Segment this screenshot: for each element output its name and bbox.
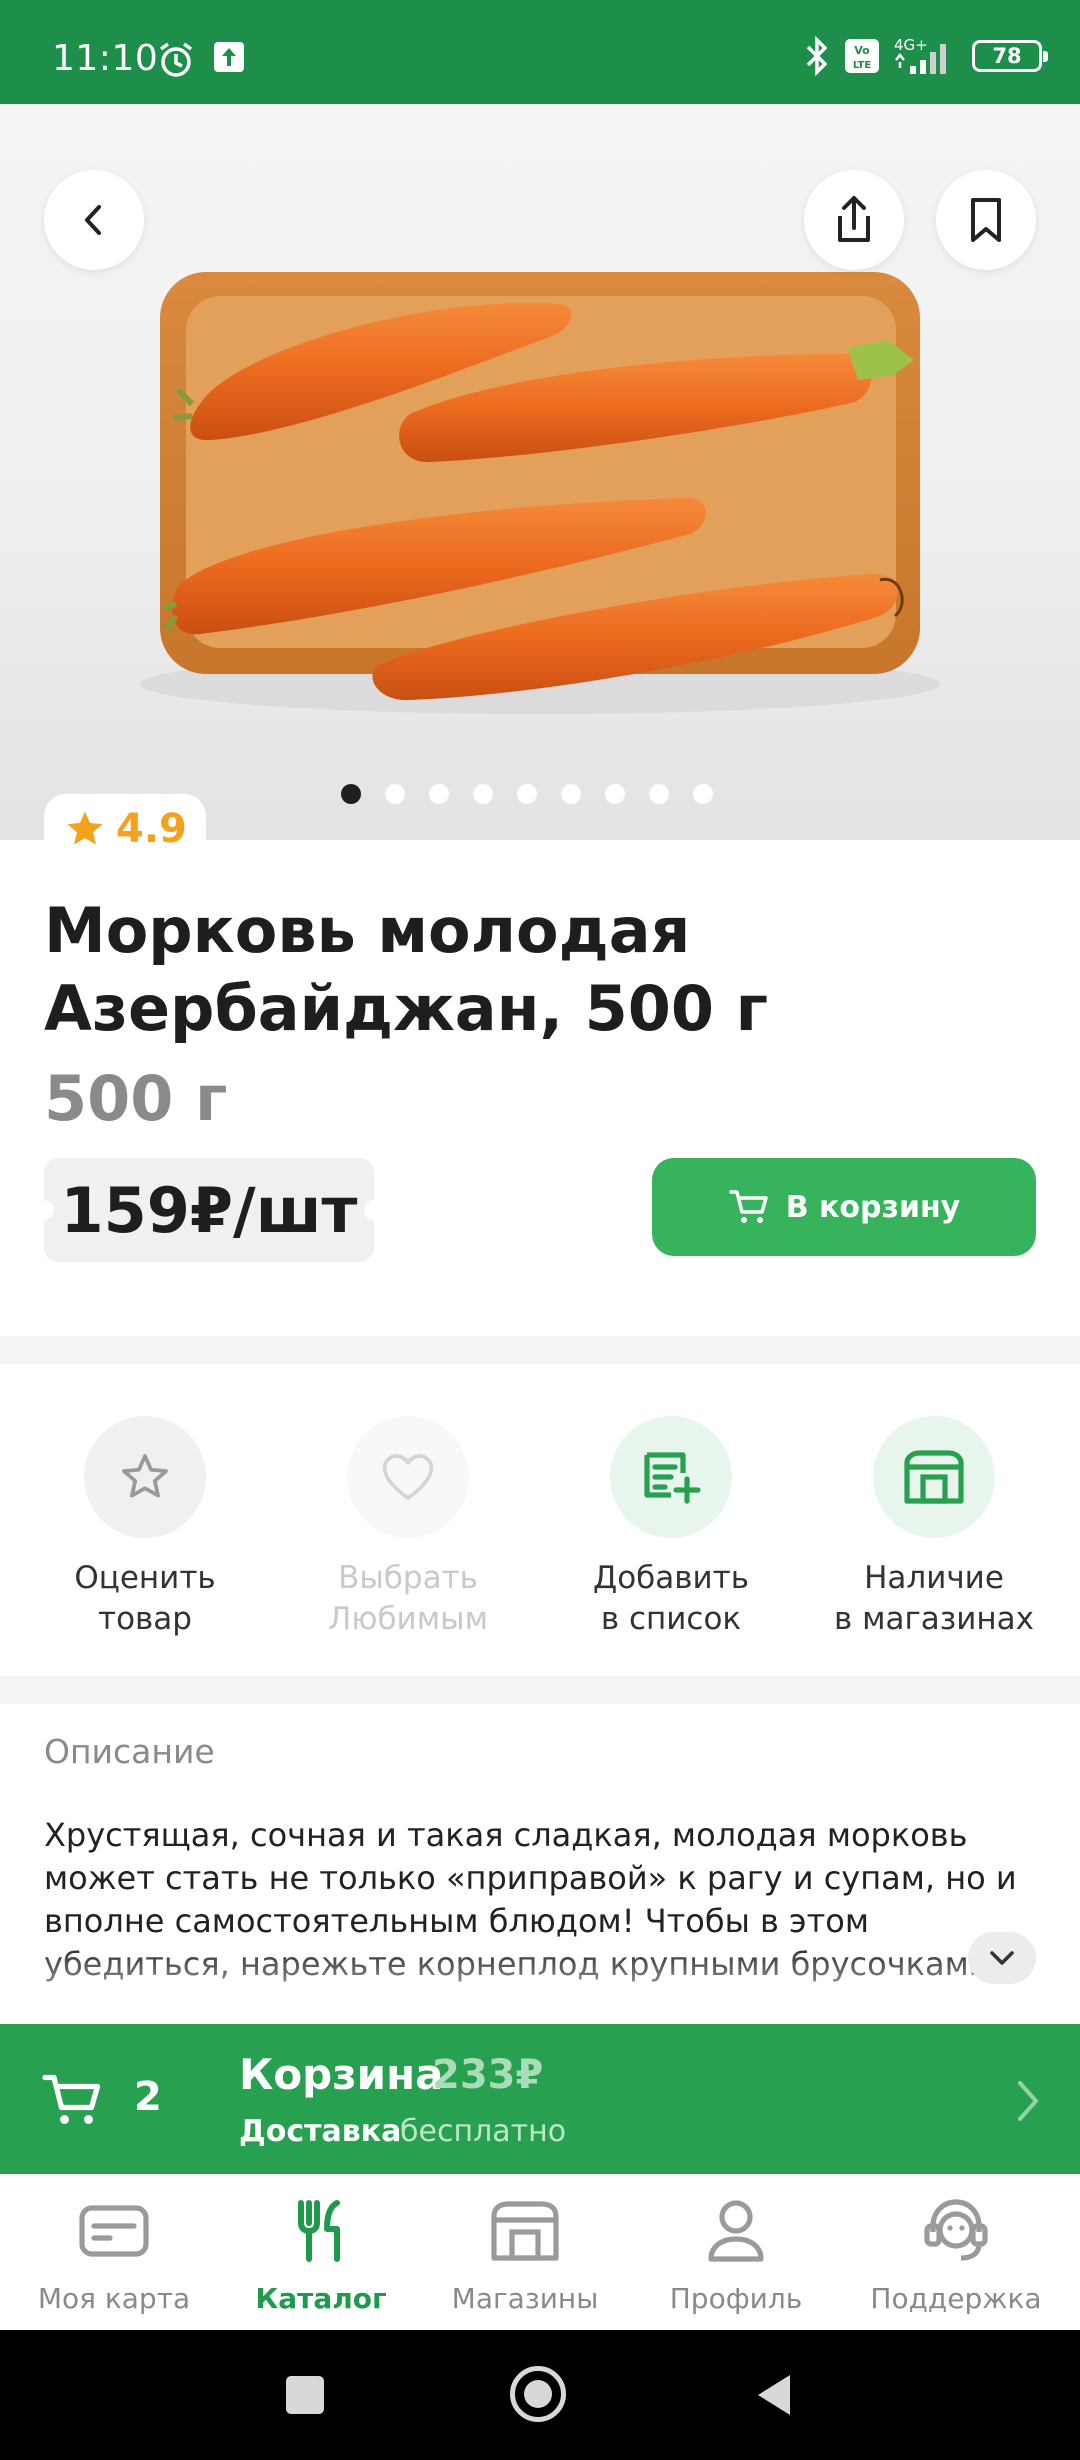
rating-badge[interactable]: 4.9 bbox=[44, 794, 206, 864]
product-actions: Оценить товар Выбрать Любимым Добавить в сп… bbox=[0, 1364, 1080, 1676]
add-to-cart-label: В корзину bbox=[785, 1189, 961, 1225]
star-filled-icon bbox=[67, 811, 103, 845]
carousel-dot[interactable] bbox=[473, 784, 493, 804]
section-divider bbox=[0, 1676, 1080, 1704]
bluetooth-icon bbox=[806, 36, 828, 76]
volte-icon: Vo LTE bbox=[845, 39, 879, 73]
home-button[interactable] bbox=[510, 2366, 566, 2422]
chevron-right-icon bbox=[1018, 2081, 1038, 2121]
nav-label: Моя карта bbox=[37, 2282, 191, 2315]
system-navigation-bar bbox=[0, 2330, 1080, 2460]
action-label: Добавить в список bbox=[592, 1560, 750, 1637]
cart-total: 233₽ bbox=[432, 2052, 544, 2098]
favorite-icon-circle bbox=[347, 1416, 469, 1538]
store-icon-circle bbox=[873, 1416, 995, 1538]
support-icon bbox=[924, 2199, 988, 2261]
favorite-action[interactable]: Выбрать Любимым bbox=[278, 1416, 538, 1640]
carousel-dots bbox=[341, 784, 713, 804]
delivery-label: Доставка bbox=[239, 2114, 402, 2149]
cart-item-count: 2 bbox=[134, 2074, 162, 2120]
carousel-dot[interactable] bbox=[693, 784, 713, 804]
add-to-list-icon bbox=[644, 1452, 701, 1504]
bookmark-icon bbox=[971, 198, 1001, 242]
heart-icon bbox=[382, 1454, 434, 1500]
add-to-list-action[interactable]: Добавить в список bbox=[541, 1416, 801, 1640]
cart-icon bbox=[729, 1190, 768, 1223]
svg-text:LTE: LTE bbox=[853, 60, 872, 71]
nav-icon-wrap bbox=[628, 2194, 844, 2268]
status-time: 11:10 bbox=[52, 38, 159, 79]
cart-summary-bar[interactable]: 2 Корзина 233₽ Доставка бесплатно bbox=[0, 2024, 1080, 2174]
nav-catalog[interactable]: Каталог bbox=[213, 2194, 429, 2315]
add-to-cart-button[interactable]: В корзину bbox=[652, 1158, 1036, 1256]
svg-text:4G+: 4G+ bbox=[894, 36, 928, 54]
description-section: Описание Хрустящая, сочная и такая сладк… bbox=[0, 1704, 1080, 2024]
svg-text:Vo: Vo bbox=[854, 44, 870, 57]
nav-profile[interactable]: Профиль bbox=[628, 2194, 844, 2315]
rate-icon-circle bbox=[84, 1416, 206, 1538]
carousel-dot[interactable] bbox=[429, 784, 449, 804]
carousel-dot[interactable] bbox=[561, 784, 581, 804]
product-image-carousel[interactable] bbox=[0, 104, 1080, 840]
add-to-list-icon-circle bbox=[610, 1416, 732, 1538]
chevron-down-icon bbox=[990, 1951, 1014, 1965]
description-title: Описание bbox=[44, 1732, 215, 1771]
star-icon bbox=[122, 1454, 168, 1498]
home-button-inner bbox=[524, 2380, 552, 2408]
carousel-dot[interactable] bbox=[605, 784, 625, 804]
chevron-left-icon bbox=[85, 205, 101, 235]
bookmark-button[interactable] bbox=[936, 170, 1036, 270]
profile-icon bbox=[708, 2200, 764, 2262]
product-title: Морковь молодая Азербайджан, 500 г bbox=[44, 894, 768, 1045]
back-triangle-icon[interactable] bbox=[754, 2372, 794, 2418]
nav-support[interactable]: Поддержка bbox=[848, 2194, 1064, 2315]
action-label: Выбрать Любимым bbox=[328, 1560, 488, 1637]
rate-product-action[interactable]: Оценить товар bbox=[15, 1416, 275, 1640]
status-bar: 11:10 Vo LTE 4G+ 78 bbox=[0, 0, 1080, 104]
nav-label: Поддержка bbox=[870, 2282, 1042, 2315]
cart-icon bbox=[42, 2074, 101, 2124]
catalog-icon bbox=[298, 2200, 340, 2262]
price-tag: 159₽/шт bbox=[34, 1158, 384, 1262]
status-icons-right: Vo LTE 4G+ 78 bbox=[804, 36, 1048, 76]
description-fade bbox=[0, 1944, 1080, 2024]
store-icon bbox=[904, 1450, 964, 1504]
expand-description-button[interactable] bbox=[968, 1932, 1036, 1984]
nav-icon-wrap bbox=[417, 2194, 633, 2268]
action-label: Оценить товар bbox=[74, 1560, 216, 1637]
nav-icon-wrap bbox=[213, 2194, 429, 2268]
rating-value: 4.9 bbox=[116, 806, 187, 852]
store-availability-action[interactable]: Наличие в магазинах bbox=[804, 1416, 1064, 1640]
nav-label: Каталог bbox=[255, 2282, 387, 2315]
product-info: 4.9 Морковь молодая Азербайджан, 500 г 5… bbox=[0, 794, 1080, 1336]
upload-notification-icon bbox=[214, 42, 244, 72]
cart-title: Корзина bbox=[239, 2050, 444, 2099]
product-weight: 500 г bbox=[44, 1062, 228, 1135]
carousel-dot[interactable] bbox=[341, 784, 361, 804]
carousel-dot[interactable] bbox=[385, 784, 405, 804]
share-button[interactable] bbox=[804, 170, 904, 270]
nav-label: Магазины bbox=[451, 2282, 599, 2315]
nav-my-card[interactable]: Моя карта bbox=[6, 2194, 222, 2315]
nav-label: Профиль bbox=[669, 2282, 803, 2315]
nav-icon-wrap bbox=[848, 2194, 1064, 2268]
share-icon bbox=[838, 196, 870, 242]
carousel-dot[interactable] bbox=[517, 784, 537, 804]
battery-indicator: 78 bbox=[972, 40, 1048, 72]
card-icon bbox=[79, 2205, 149, 2257]
product-photo bbox=[140, 272, 940, 714]
delivery-value: бесплатно bbox=[400, 2114, 567, 2149]
section-divider bbox=[0, 1336, 1080, 1364]
store-icon bbox=[491, 2201, 559, 2261]
bottom-navigation: Моя карта Каталог Магазины Профиль Подде… bbox=[0, 2174, 1080, 2330]
status-icons-left bbox=[156, 40, 246, 80]
back-button[interactable] bbox=[44, 170, 144, 270]
action-label: Наличие в магазинах bbox=[833, 1560, 1035, 1637]
recent-apps-button[interactable] bbox=[286, 2376, 324, 2414]
nav-stores[interactable]: Магазины bbox=[417, 2194, 633, 2315]
alarm-icon bbox=[159, 42, 193, 77]
signal-icon: 4G+ bbox=[894, 36, 946, 74]
carousel-dot[interactable] bbox=[649, 784, 669, 804]
nav-icon-wrap bbox=[6, 2194, 222, 2268]
